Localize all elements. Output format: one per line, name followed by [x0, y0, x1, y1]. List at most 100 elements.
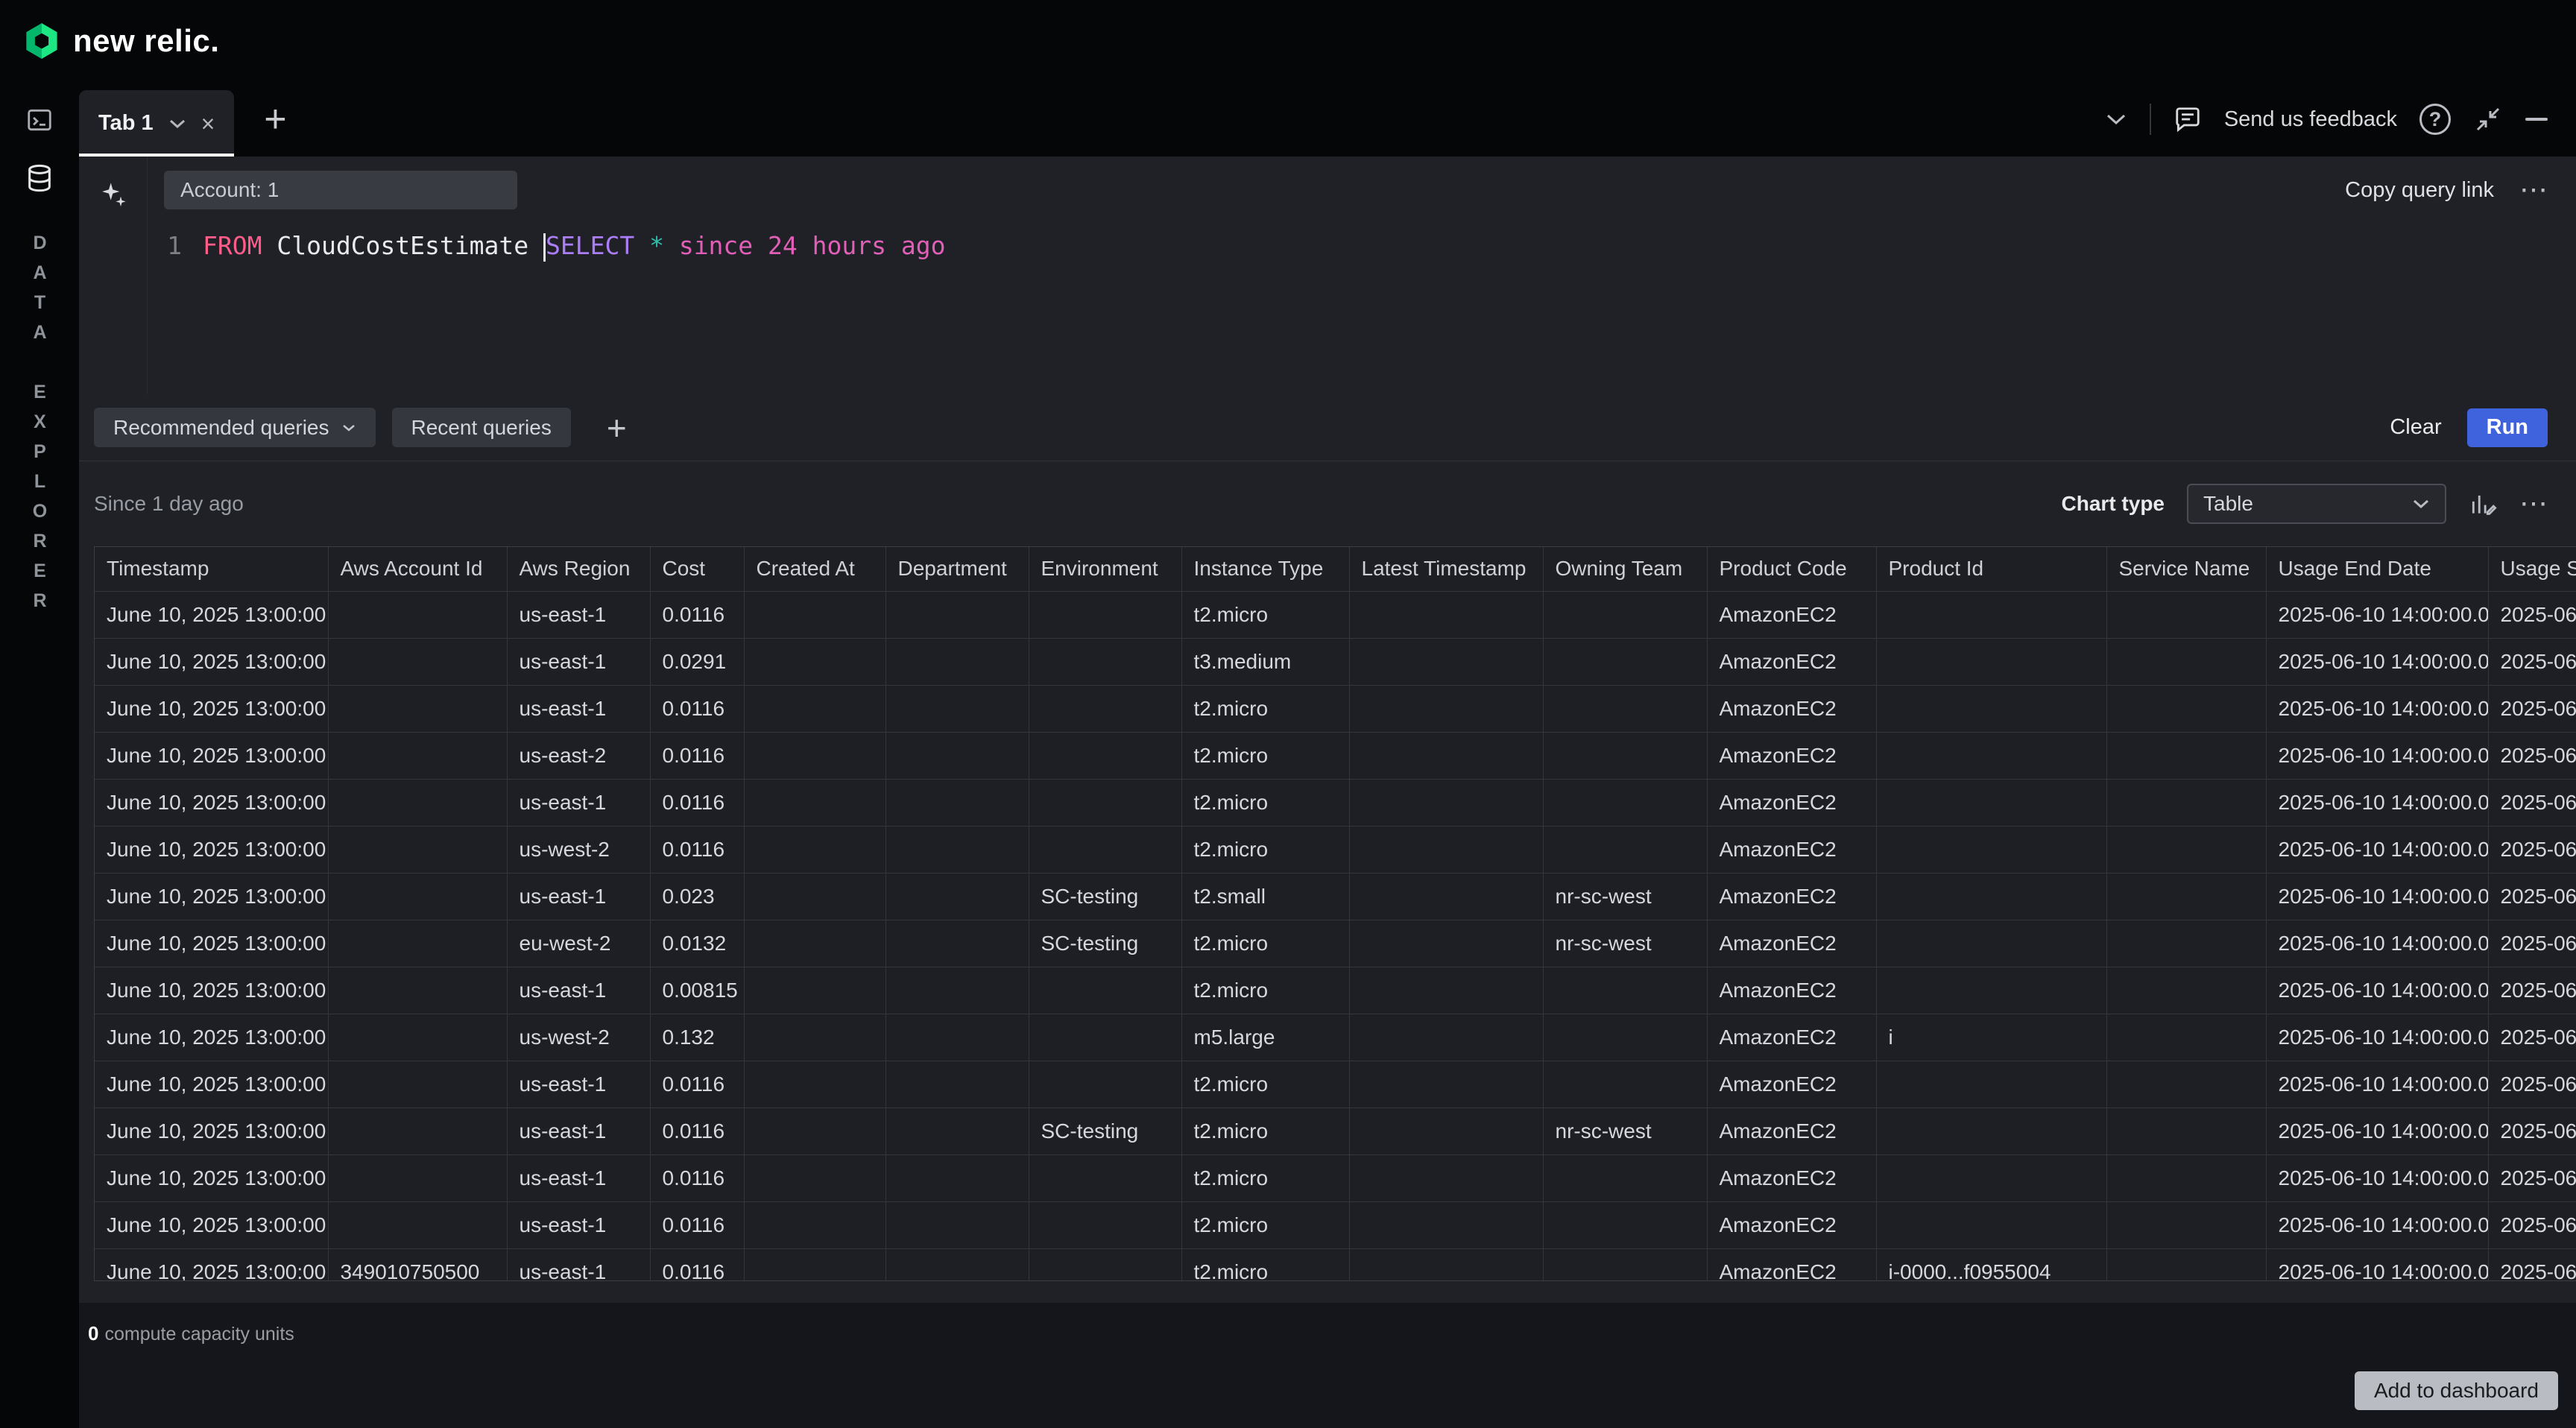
table-cell [1543, 1248, 1707, 1281]
column-header[interactable]: Product Id [1876, 547, 2106, 591]
column-header[interactable]: Product Code [1707, 547, 1876, 591]
table-row: June 10, 2025 13:00:00us-east-10.0116t2.… [95, 591, 2576, 638]
table-row: June 10, 2025 13:00:00us-east-10.00815t2… [95, 967, 2576, 1014]
clear-button[interactable]: Clear [2390, 415, 2441, 440]
table-cell: AmazonEC2 [1707, 1108, 1876, 1154]
table-cell [1543, 1014, 1707, 1061]
column-header[interactable]: Cost [650, 547, 744, 591]
table-cell: June 10, 2025 13:00:00 [95, 591, 328, 638]
copy-query-link[interactable]: Copy query link [2345, 178, 2494, 203]
database-icon[interactable] [10, 149, 69, 207]
table-cell [328, 1061, 507, 1108]
table-cell [1876, 873, 2106, 920]
table-cell [328, 826, 507, 873]
tab-chevron-down-icon[interactable] [168, 119, 186, 129]
column-header[interactable]: Environment [1029, 547, 1181, 591]
brand-wordmark: new relic. [73, 23, 219, 59]
table-cell: 2025-06-10 14:00:00.0 [2266, 920, 2488, 967]
query-token: SELECT [546, 231, 634, 260]
table-cell: 2025-06-10 14:00:00.0 [2266, 732, 2488, 779]
query-overflow-menu-icon[interactable]: ⋯ [2519, 176, 2548, 204]
table-cell: AmazonEC2 [1707, 685, 1876, 732]
table-cell [1029, 638, 1181, 685]
add-query-icon[interactable]: + [607, 411, 627, 445]
table-cell [1029, 1061, 1181, 1108]
feedback-label[interactable]: Send us feedback [2224, 107, 2397, 132]
table-cell [1876, 1108, 2106, 1154]
results-table-viewport[interactable]: TimestampAws Account IdAws RegionCostCre… [94, 546, 2576, 1281]
table-cell [1349, 826, 1543, 873]
recent-queries-button[interactable]: Recent queries [392, 408, 571, 447]
table-cell [886, 920, 1029, 967]
table-cell [886, 967, 1029, 1014]
collapse-icon[interactable] [2473, 104, 2503, 134]
column-header[interactable]: Usage Start Date [2488, 547, 2576, 591]
table-cell: 2025-06-10 13:00:00.0 [2488, 826, 2576, 873]
account-selector[interactable]: Account: 1 [164, 171, 517, 209]
column-header[interactable]: Latest Timestamp [1349, 547, 1543, 591]
table-cell [2106, 591, 2266, 638]
ai-sparkle-icon[interactable] [92, 174, 134, 216]
table-cell: us-east-1 [507, 873, 650, 920]
table-cell [744, 1061, 886, 1108]
table-cell: i [1876, 1014, 2106, 1061]
column-header[interactable]: Created At [744, 547, 886, 591]
table-cell [744, 1108, 886, 1154]
table-cell [1349, 1154, 1543, 1201]
help-icon[interactable]: ? [2419, 104, 2451, 135]
column-header[interactable]: Department [886, 547, 1029, 591]
new-tab-button[interactable]: + [264, 100, 286, 139]
table-row: June 10, 2025 13:00:00us-east-20.0116t2.… [95, 732, 2576, 779]
table-cell [744, 685, 886, 732]
feedback-icon[interactable] [2174, 105, 2202, 133]
chart-type-select[interactable]: Table [2187, 484, 2446, 524]
table-cell [744, 1201, 886, 1248]
table-cell: 0.0116 [650, 1248, 744, 1281]
column-header[interactable]: Owning Team [1543, 547, 1707, 591]
table-cell [886, 1061, 1029, 1108]
table-row: June 10, 2025 13:00:00us-east-10.0116t2.… [95, 1061, 2576, 1108]
column-header[interactable]: Usage End Date [2266, 547, 2488, 591]
tab-1[interactable]: Tab 1 × [79, 90, 234, 157]
table-cell [1876, 732, 2106, 779]
column-header[interactable]: Service Name [2106, 547, 2266, 591]
table-cell: us-east-1 [507, 685, 650, 732]
table-cell [744, 826, 886, 873]
table-cell [328, 873, 507, 920]
table-cell: us-east-1 [507, 591, 650, 638]
query-code-line[interactable]: 1FROM CloudCostEstimate SELECT * since 2… [148, 229, 2576, 263]
add-to-dashboard-button[interactable]: Add to dashboard [2355, 1371, 2558, 1410]
table-cell: 2025-06-10 14:00:00.0 [2266, 1154, 2488, 1201]
table-cell: t3.medium [1181, 638, 1349, 685]
table-cell: June 10, 2025 13:00:00 [95, 1201, 328, 1248]
column-header[interactable]: Timestamp [95, 547, 328, 591]
minimize-icon[interactable] [2525, 118, 2548, 121]
chevron-down-icon[interactable] [2105, 113, 2127, 126]
column-header[interactable]: Aws Region [507, 547, 650, 591]
query-console-icon[interactable] [10, 91, 69, 149]
new-relic-logo[interactable]: new relic. [22, 22, 219, 60]
table-cell: us-east-2 [507, 732, 650, 779]
column-header[interactable]: Instance Type [1181, 547, 1349, 591]
table-cell: nr-sc-west [1543, 873, 1707, 920]
table-cell [1349, 1014, 1543, 1061]
table-cell: 2025-06-10 13:00:00.0 [2488, 1154, 2576, 1201]
tab-strip: Tab 1 × + Send us feedback ? [79, 82, 2576, 157]
run-button[interactable]: Run [2467, 408, 2548, 447]
table-cell [1349, 920, 1543, 967]
table-cell [886, 873, 1029, 920]
results-overflow-menu-icon[interactable]: ⋯ [2519, 490, 2548, 518]
results-table: TimestampAws Account IdAws RegionCostCre… [95, 547, 2576, 1281]
table-cell: June 10, 2025 13:00:00 [95, 685, 328, 732]
recommended-queries-button[interactable]: Recommended queries [94, 408, 376, 447]
tab-close-icon[interactable]: × [201, 112, 215, 136]
table-cell: AmazonEC2 [1707, 1061, 1876, 1108]
table-cell: AmazonEC2 [1707, 591, 1876, 638]
table-row: June 10, 2025 13:00:00us-east-10.0291t3.… [95, 638, 2576, 685]
table-cell [328, 1014, 507, 1061]
column-header[interactable]: Aws Account Id [328, 547, 507, 591]
edit-chart-icon[interactable] [2469, 490, 2497, 518]
table-cell [744, 967, 886, 1014]
table-cell: 2025-06-10 14:00:00.0 [2266, 591, 2488, 638]
query-code[interactable]: FROM CloudCostEstimate SELECT * since 24… [203, 229, 945, 263]
